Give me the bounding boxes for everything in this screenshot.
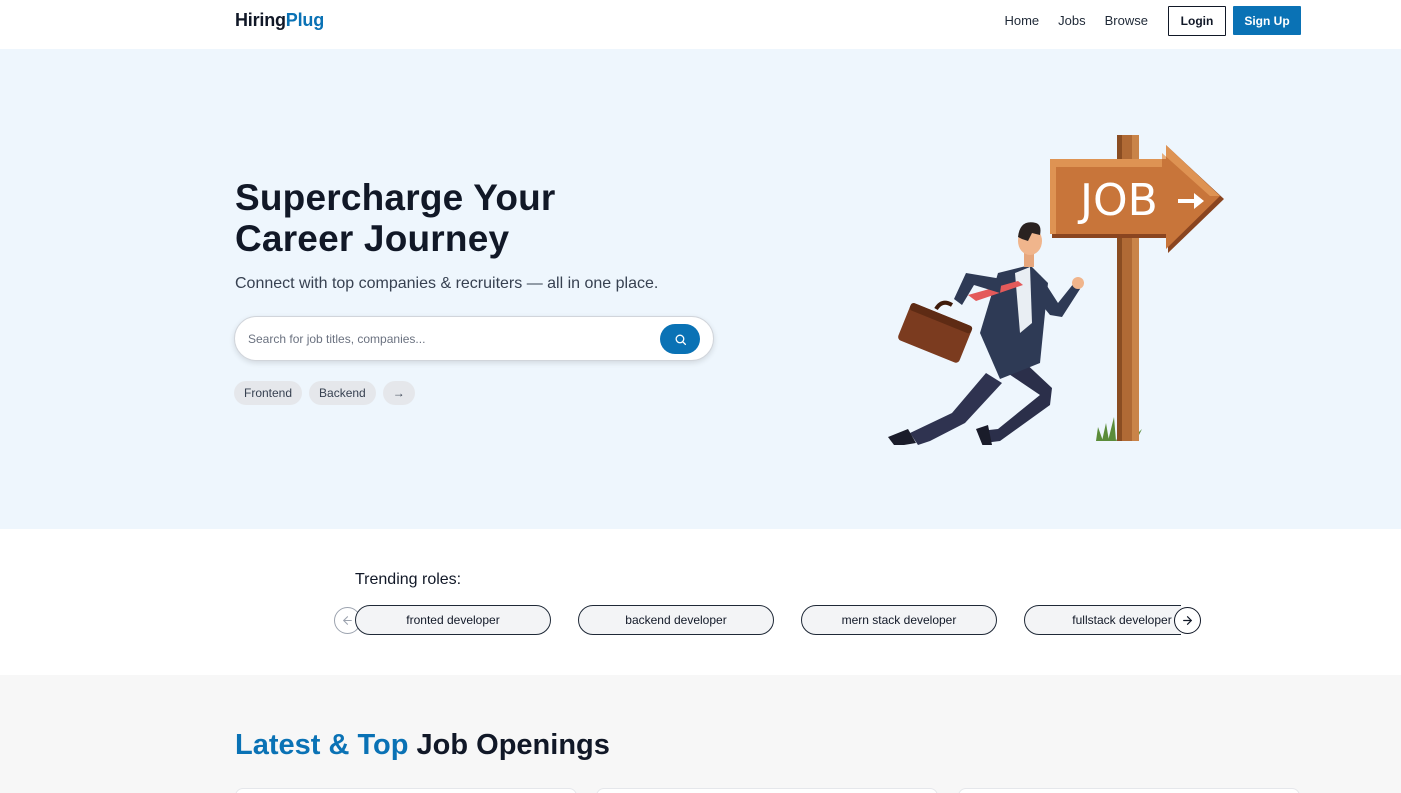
job-card[interactable] (235, 788, 577, 793)
hero-title-line1: Supercharge Your (235, 177, 556, 218)
roles-track: fronted developer backend developer mern… (355, 605, 1181, 635)
job-card[interactable] (958, 788, 1300, 793)
trending-title: Trending roles: (355, 571, 462, 588)
arrow-right-icon (1183, 616, 1192, 625)
hero-title-line2: Career Journey (235, 218, 510, 259)
role-chip[interactable]: backend developer (578, 605, 774, 635)
role-chip[interactable]: mern stack developer (801, 605, 997, 635)
search-icon (675, 334, 686, 345)
latest-jobs-section: Latest & Top Job Openings (0, 675, 1401, 793)
role-chip[interactable]: fronted developer (355, 605, 551, 635)
nav-links: Home Jobs Browse Login Sign Up (1004, 5, 1301, 36)
nav-browse-link[interactable]: Browse (1105, 13, 1148, 28)
search-bar (234, 316, 714, 361)
latest-title-highlight: Latest & Top (235, 729, 409, 761)
tag-backend[interactable]: Backend (309, 381, 376, 405)
job-sign: JOB (1050, 145, 1224, 253)
role-chip[interactable]: fullstack developer (1024, 605, 1181, 635)
latest-title-rest: Job Openings (416, 729, 610, 761)
login-button[interactable]: Login (1168, 5, 1226, 36)
nav-home-link[interactable]: Home (1004, 13, 1039, 28)
hero-title: Supercharge Your Career Journey (235, 177, 556, 259)
arrow-left-icon (343, 616, 352, 625)
brand-logo[interactable]: HiringPlug (235, 10, 324, 31)
job-card[interactable] (596, 788, 938, 793)
signup-button[interactable]: Sign Up (1233, 6, 1301, 35)
navbar: HiringPlug Home Jobs Browse Login Sign U… (0, 0, 1401, 48)
hero-section: Supercharge Your Career Journey Connect … (0, 49, 1401, 529)
search-button[interactable] (660, 324, 700, 354)
quick-tags: Frontend Backend → (234, 381, 422, 405)
roles-carousel: fronted developer backend developer mern… (355, 605, 1181, 636)
nav-jobs-link[interactable]: Jobs (1058, 13, 1085, 28)
brand-part2: Plug (285, 10, 324, 30)
tag-more[interactable]: → (382, 381, 415, 405)
job-sign-text: JOB (1077, 175, 1158, 226)
hero-subtitle: Connect with top companies & recruiters … (235, 275, 659, 292)
brand-part1: Hiring (235, 10, 286, 30)
latest-jobs-title: Latest & Top Job Openings (235, 729, 610, 762)
search-input[interactable] (248, 317, 658, 360)
tag-frontend[interactable]: Frontend (234, 381, 303, 405)
businessman-figure (888, 222, 1084, 445)
job-seeker-illustration: JOB (888, 135, 1224, 445)
carousel-next-button[interactable] (1174, 607, 1201, 634)
